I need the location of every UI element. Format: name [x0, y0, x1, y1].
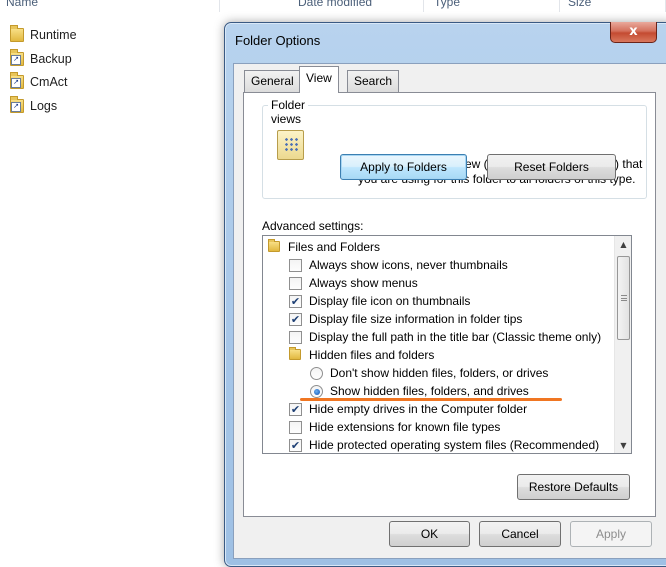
scroll-up-arrow-icon[interactable]: ▲ — [615, 236, 631, 253]
checkbox[interactable] — [289, 259, 302, 272]
file-name: Backup — [30, 51, 72, 66]
apply-button[interactable]: Apply — [570, 521, 652, 547]
checkbox[interactable] — [289, 295, 302, 308]
checkbox[interactable] — [289, 421, 302, 434]
list-item-label: Don't show hidden files, folders, or dri… — [330, 366, 549, 380]
checkbox[interactable] — [289, 277, 302, 290]
list-item-label: Hide extensions for known file types — [309, 420, 501, 434]
list-item-label: Display the full path in the title bar (… — [309, 330, 602, 344]
tab-view[interactable]: View — [299, 66, 339, 93]
file-item[interactable]: CmAct — [0, 71, 220, 95]
grip-icon — [621, 295, 627, 301]
scrollbar-thumb[interactable] — [617, 256, 630, 340]
folder-icon — [289, 347, 301, 360]
apply-to-folders-button[interactable]: Apply to Folders — [340, 154, 467, 180]
folder-icon — [268, 239, 280, 252]
list-item-label: Display file icon on thumbnails — [309, 294, 471, 308]
advanced-settings-label: Advanced settings: — [262, 219, 364, 233]
scroll-down-arrow-icon[interactable]: ▼ — [615, 437, 631, 453]
file-item[interactable]: Logs — [0, 95, 220, 119]
column-header-size[interactable]: Size — [562, 0, 666, 12]
advanced-settings-list[interactable]: Files and Folders Always show icons, nev… — [262, 235, 632, 454]
reset-folders-button[interactable]: Reset Folders — [487, 154, 616, 180]
file-list: Runtime Backup CmAct Logs — [0, 24, 220, 118]
list-item-label: Always show icons, never thumbnails — [309, 258, 508, 272]
folder-icon — [10, 25, 24, 42]
file-item[interactable]: Backup — [0, 48, 220, 72]
folder-shortcut-icon — [10, 72, 24, 89]
close-icon: x — [629, 24, 638, 39]
radio-button[interactable] — [310, 385, 323, 398]
restore-defaults-button[interactable]: Restore Defaults — [517, 474, 630, 500]
list-item-label: Hide empty drives in the Computer folder — [309, 402, 528, 416]
radio-button[interactable] — [310, 367, 323, 380]
folder-shortcut-icon — [10, 48, 24, 66]
list-item-label: Files and Folders — [288, 240, 381, 254]
file-name: Runtime — [30, 28, 77, 42]
checkbox[interactable] — [289, 403, 302, 416]
tab-search[interactable]: Search — [347, 70, 400, 92]
checkbox[interactable] — [289, 313, 302, 326]
ok-button[interactable]: OK — [389, 521, 470, 547]
folder-views-icon — [277, 130, 304, 160]
cancel-button[interactable]: Cancel — [479, 521, 561, 547]
vertical-scrollbar[interactable]: ▲ ▼ — [614, 236, 631, 453]
checkbox[interactable] — [289, 439, 302, 452]
close-button[interactable]: x — [610, 22, 657, 43]
dialog-title: Folder Options — [235, 33, 321, 48]
checkbox[interactable] — [289, 331, 302, 344]
highlight-underline — [300, 398, 562, 401]
file-name: CmAct — [30, 75, 68, 89]
list-item-label: Hidden files and folders — [309, 348, 435, 362]
tab-general[interactable]: General — [244, 70, 301, 92]
column-header-type[interactable]: Type — [428, 0, 560, 12]
list-item-label: Display file size information in folder … — [309, 312, 523, 326]
file-name: Logs — [30, 98, 58, 113]
file-item[interactable]: Runtime — [0, 24, 220, 48]
folder-views-title: Folder views — [268, 98, 309, 126]
column-header-name[interactable]: Name — [0, 0, 220, 12]
folder-shortcut-icon — [10, 95, 24, 113]
list-item-label: Always show menus — [309, 276, 418, 290]
column-header-date-modified[interactable]: Date modified — [292, 0, 424, 12]
list-item-label: Hide protected operating system files (R… — [309, 438, 600, 452]
